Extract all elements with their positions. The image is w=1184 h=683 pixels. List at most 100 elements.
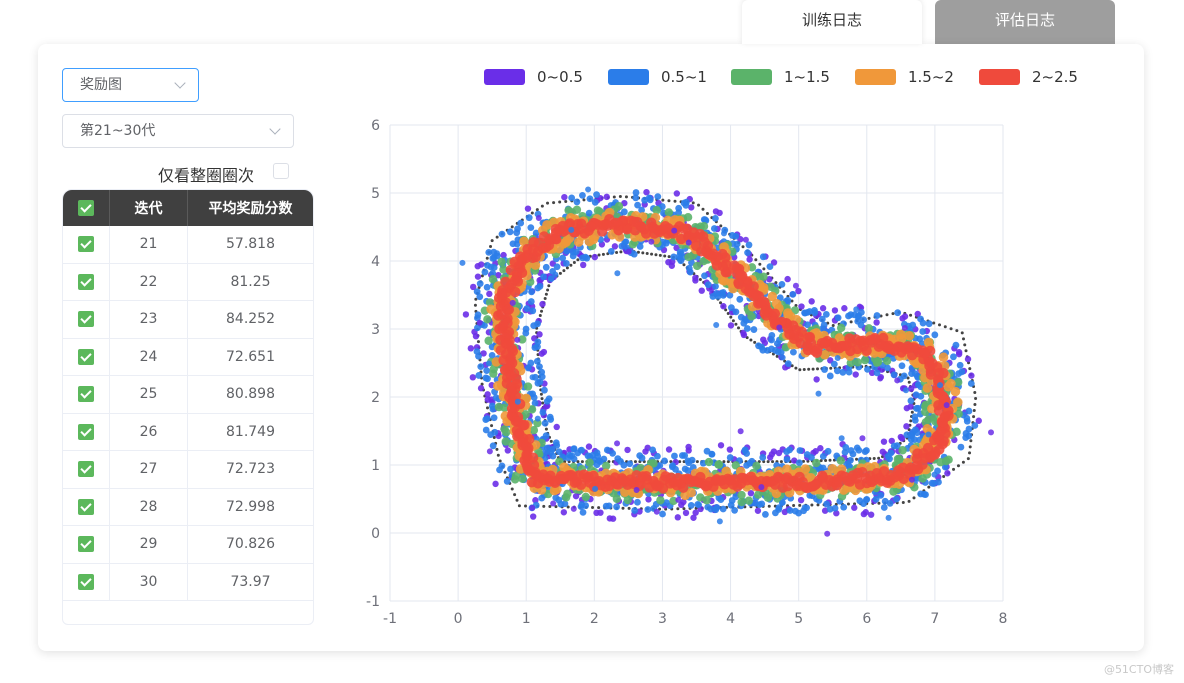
track-border-dot (615, 250, 619, 254)
scatter-point (950, 353, 957, 361)
scatter-point (579, 191, 586, 199)
scatter-point (712, 282, 719, 290)
scatter-point (507, 465, 514, 473)
track-border-dot (517, 504, 521, 508)
track-border-dot (741, 245, 745, 249)
track-border-dot (645, 251, 649, 255)
track-border-dot (682, 263, 686, 267)
scatter-point (779, 354, 786, 361)
scatter-point (897, 433, 905, 441)
scatter-point (717, 496, 725, 504)
scatter-point (901, 324, 908, 331)
track-border-dot (963, 343, 967, 347)
scatter-point (801, 504, 808, 511)
track-border-dot (510, 225, 514, 229)
track-border-dot (767, 504, 771, 508)
scatter-point (873, 319, 880, 326)
tab-evaluation-log[interactable]: 评估日志 (935, 0, 1115, 44)
scatter-point (789, 290, 797, 298)
scatter-point (759, 454, 767, 461)
scatter-point (864, 324, 874, 333)
scatter-point (552, 271, 559, 278)
scatter-point (529, 374, 536, 381)
track-border-dot (510, 487, 514, 491)
y-tick-label: -1 (366, 594, 380, 610)
scatter-point (654, 193, 662, 200)
scatter-point (713, 504, 721, 511)
track-border-dot (582, 198, 586, 202)
scatter-point (560, 509, 568, 516)
x-tick-label: 8 (999, 611, 1008, 627)
scatter-point (529, 307, 537, 315)
track-border-dot (490, 424, 494, 428)
scatter-point (708, 450, 716, 458)
scatter-point (925, 320, 933, 328)
scatter-point (957, 443, 965, 451)
track-border-dot (907, 499, 911, 503)
track-border-dot (627, 506, 631, 510)
scatter-point (676, 255, 684, 263)
scatter-point (923, 337, 934, 348)
track-border-dot (597, 253, 601, 257)
track-border-dot (498, 459, 502, 463)
scatter-point (778, 281, 786, 288)
scatter-point (907, 397, 915, 405)
scatter-point (503, 477, 511, 485)
scatter-point (795, 287, 802, 295)
scatter-point (720, 289, 727, 296)
scatter-point (620, 461, 628, 469)
scatter-point (634, 498, 641, 506)
scatter-point (767, 291, 778, 302)
scatter-point (742, 236, 749, 243)
track-border-dot (968, 367, 972, 371)
scatter-point (931, 471, 938, 478)
track-border-dot (909, 313, 913, 317)
legend-swatch (484, 69, 525, 85)
tab-training-log[interactable]: 训练日志 (742, 0, 922, 44)
track-border-dot (539, 392, 543, 396)
scatter-point (884, 452, 892, 460)
scatter-point (605, 502, 613, 510)
track-border-dot (961, 460, 965, 464)
scatter-point (852, 371, 859, 378)
scatter-point (482, 416, 490, 423)
scatter-point (477, 385, 485, 392)
main-panel: 奖励图 第21~30代 仅看整圈圈次 迭代 平均奖励分数 21 57.818 22 8… (38, 44, 1144, 651)
scatter-point (597, 509, 604, 516)
scatter-point (826, 372, 834, 380)
track-border-dot (542, 504, 546, 508)
track-border-dot (811, 367, 815, 371)
track-border-dot (956, 464, 960, 468)
scatter-point (882, 356, 892, 366)
scatter-point (585, 186, 592, 193)
scatter-point (592, 485, 599, 492)
track-border-dot (558, 200, 562, 204)
track-border-dot (753, 340, 757, 344)
scatter-point (513, 229, 521, 237)
track-border-dot (676, 507, 680, 511)
x-tick-label: 1 (522, 611, 531, 627)
scatter-point (845, 368, 853, 376)
scatter-point (582, 502, 590, 509)
scatter-point (581, 492, 590, 502)
track-border-dot (737, 326, 741, 330)
track-border-dot (949, 327, 953, 331)
scatter-point (680, 199, 688, 207)
scatter-point (524, 364, 532, 372)
reward-scatter-chart: -1 0 1 2 3 4 5 6 7 8 -1 0 1 2 3 4 5 6 0~0.5 0.5~1 1~1.5 1.5~2… (366, 68, 1078, 627)
scatter-point (510, 286, 521, 298)
track-border-dot (540, 309, 544, 313)
scatter-point (561, 193, 568, 201)
scatter-point (462, 311, 470, 318)
track-border-dot (779, 460, 783, 464)
scatter-point (903, 423, 910, 430)
scatter-point (898, 362, 906, 370)
scatter-point (483, 283, 491, 291)
scatter-point (474, 273, 482, 280)
scatter-point (935, 478, 942, 486)
track-border-dot (691, 201, 695, 205)
track-border-dot (734, 322, 738, 326)
scatter-point (853, 306, 860, 313)
scatter-point (496, 466, 503, 474)
scatter-point (873, 369, 881, 377)
